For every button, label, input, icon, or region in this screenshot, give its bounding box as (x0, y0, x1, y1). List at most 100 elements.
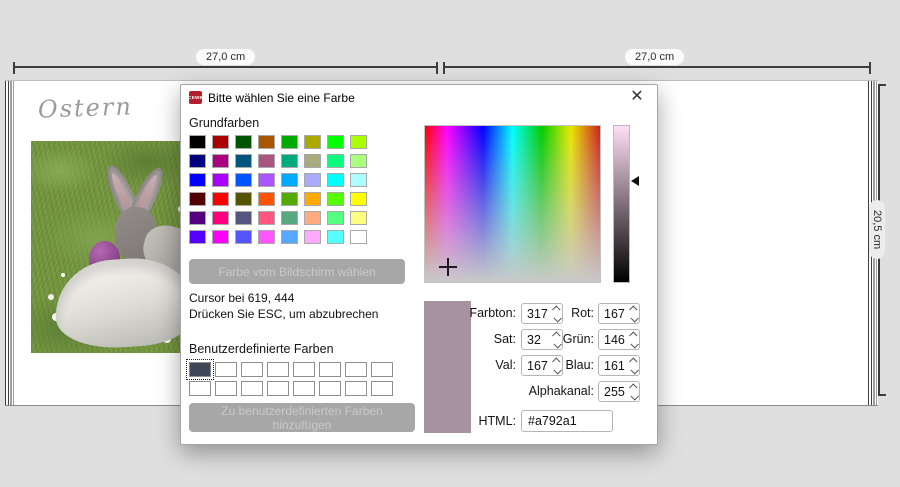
basic-color-swatch[interactable] (304, 135, 321, 149)
basic-color-swatch[interactable] (212, 154, 229, 168)
basic-color-swatch[interactable] (235, 173, 252, 187)
alpha-spin-buttons[interactable] (628, 384, 639, 400)
basic-color-swatch[interactable] (327, 173, 344, 187)
crosshair-icon[interactable] (439, 258, 457, 276)
basic-color-swatch[interactable] (258, 154, 275, 168)
basic-color-swatch[interactable] (281, 173, 298, 187)
custom-color-swatch[interactable] (215, 362, 237, 377)
basic-color-swatch[interactable] (189, 192, 206, 206)
green-label: Grün: (514, 332, 594, 346)
basic-color-swatch[interactable] (327, 135, 344, 149)
blue-input[interactable] (599, 359, 628, 373)
basic-color-swatch[interactable] (258, 173, 275, 187)
basic-color-swatch[interactable] (304, 154, 321, 168)
basic-color-swatch[interactable] (189, 173, 206, 187)
basic-color-swatch[interactable] (350, 211, 367, 225)
custom-color-swatch[interactable] (293, 362, 315, 377)
basic-color-swatch[interactable] (327, 230, 344, 244)
spin-up-icon[interactable] (629, 383, 637, 391)
alpha-spinbox[interactable] (598, 381, 640, 402)
spin-down-icon[interactable] (630, 314, 638, 322)
red-input[interactable] (599, 307, 628, 321)
basic-color-swatch[interactable] (327, 192, 344, 206)
basic-color-swatch[interactable] (350, 173, 367, 187)
basic-color-swatch[interactable] (350, 192, 367, 206)
basic-color-swatch[interactable] (258, 211, 275, 225)
basic-color-swatch[interactable] (189, 154, 206, 168)
basic-color-swatch[interactable] (350, 135, 367, 149)
custom-color-swatch[interactable] (189, 362, 211, 377)
basic-color-swatch[interactable] (212, 173, 229, 187)
value-slider[interactable] (613, 125, 630, 283)
hue-saturation-field[interactable] (424, 125, 601, 283)
basic-color-swatch[interactable] (258, 192, 275, 206)
easter-photo[interactable] (31, 141, 191, 353)
alpha-input[interactable] (599, 385, 628, 399)
custom-color-swatch[interactable] (241, 362, 263, 377)
spin-down-icon[interactable] (630, 340, 638, 348)
basic-color-swatch[interactable] (235, 192, 252, 206)
custom-color-swatch[interactable] (189, 381, 211, 396)
basic-color-swatch[interactable] (304, 230, 321, 244)
basic-color-swatch[interactable] (350, 230, 367, 244)
basic-color-swatch[interactable] (189, 135, 206, 149)
easter-basket (52, 254, 191, 352)
hue-label: Farbton: (436, 306, 516, 320)
red-spin-buttons[interactable] (628, 306, 639, 322)
custom-color-swatch[interactable] (345, 362, 367, 377)
custom-color-swatch[interactable] (319, 362, 341, 377)
basic-color-swatch[interactable] (212, 192, 229, 206)
basic-color-swatch[interactable] (212, 135, 229, 149)
slider-arrow-icon[interactable] (631, 176, 639, 186)
custom-color-swatch[interactable] (345, 381, 367, 396)
basic-color-swatch[interactable] (189, 211, 206, 225)
green-spinbox[interactable] (598, 329, 640, 350)
html-color-input[interactable] (521, 410, 613, 432)
basic-color-swatch[interactable] (281, 135, 298, 149)
close-icon[interactable]: ✕ (627, 87, 647, 107)
basic-color-swatch[interactable] (235, 211, 252, 225)
basic-color-swatch[interactable] (235, 154, 252, 168)
spin-up-icon[interactable] (629, 357, 637, 365)
custom-color-swatch[interactable] (241, 381, 263, 396)
custom-color-swatch[interactable] (215, 381, 237, 396)
basic-color-swatch[interactable] (327, 154, 344, 168)
green-spin-buttons[interactable] (628, 332, 639, 348)
basic-color-swatch[interactable] (281, 230, 298, 244)
basic-color-swatch[interactable] (281, 154, 298, 168)
basic-color-swatch[interactable] (212, 211, 229, 225)
spin-up-icon[interactable] (629, 305, 637, 313)
basic-color-swatch[interactable] (281, 192, 298, 206)
custom-color-swatch[interactable] (371, 381, 393, 396)
green-input[interactable] (599, 333, 628, 347)
custom-color-swatch[interactable] (319, 381, 341, 396)
basic-color-swatch[interactable] (189, 230, 206, 244)
red-label: Rot: (514, 306, 594, 320)
val-label: Val: (436, 358, 516, 372)
basic-color-swatch[interactable] (258, 135, 275, 149)
basic-color-swatch[interactable] (281, 211, 298, 225)
spin-up-icon[interactable] (629, 331, 637, 339)
spin-down-icon[interactable] (630, 392, 638, 400)
custom-color-swatch[interactable] (267, 381, 289, 396)
basic-color-swatch[interactable] (350, 154, 367, 168)
custom-color-swatch[interactable] (371, 362, 393, 377)
basic-color-swatch[interactable] (304, 192, 321, 206)
basic-color-swatch[interactable] (304, 211, 321, 225)
spin-down-icon[interactable] (630, 366, 638, 374)
basic-color-swatch[interactable] (235, 135, 252, 149)
blue-spin-buttons[interactable] (628, 358, 639, 374)
basic-color-swatch[interactable] (258, 230, 275, 244)
basic-color-swatch[interactable] (327, 211, 344, 225)
custom-color-swatch[interactable] (293, 381, 315, 396)
blue-spinbox[interactable] (598, 355, 640, 376)
basic-color-swatch[interactable] (304, 173, 321, 187)
basic-color-swatch[interactable] (235, 230, 252, 244)
red-spinbox[interactable] (598, 303, 640, 324)
page-text-ostern[interactable]: Ostern (38, 92, 134, 123)
basic-color-swatch[interactable] (212, 230, 229, 244)
book-edge-left (5, 81, 14, 405)
pick-from-screen-button[interactable]: Farbe vom Bildschirm wählen (189, 259, 405, 284)
add-custom-color-button[interactable]: Zu benutzerdefinierten Farben hinzufügen (189, 403, 415, 432)
custom-color-swatch[interactable] (267, 362, 289, 377)
